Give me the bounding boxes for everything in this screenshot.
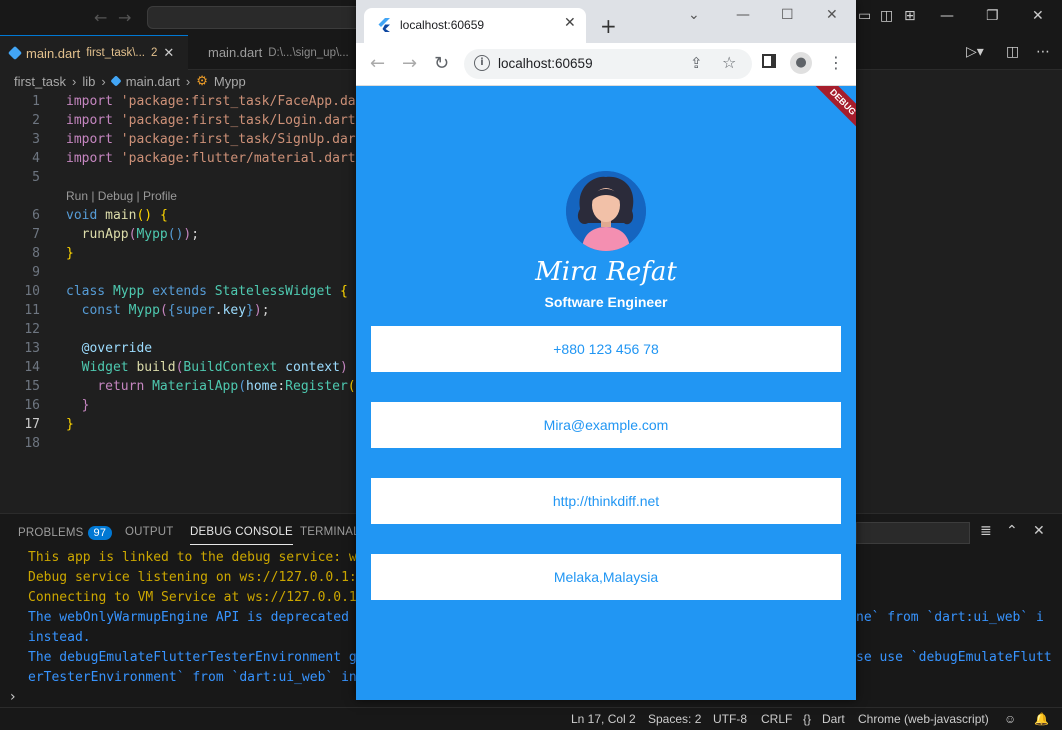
console-line-continued: se use `debugEmulateFlutt (856, 650, 1052, 665)
tab-debug-console[interactable]: DEBUG CONSOLE (190, 526, 293, 545)
location-card[interactable]: Melaka,Malaysia (371, 554, 841, 600)
language-mode[interactable]: Dart (822, 712, 845, 726)
email-card[interactable]: Mira@example.com (371, 402, 841, 448)
dart-file-icon (7, 45, 23, 61)
tab-search-icon[interactable]: ⌄ (688, 7, 700, 23)
back-icon[interactable]: ← (370, 53, 385, 74)
breadcrumb-item[interactable]: main.dart (126, 74, 180, 89)
tab-file-name: main.dart (208, 45, 263, 60)
console-prompt-icon[interactable]: › (10, 689, 16, 705)
clear-console-icon[interactable]: ≣ (980, 523, 992, 539)
close-tab-icon[interactable]: ✕ (163, 45, 174, 61)
menu-dots-icon[interactable]: ⋮ (828, 53, 844, 72)
cursor-position[interactable]: Ln 17, Col 2 (571, 712, 636, 726)
device-selector[interactable]: Chrome (web-javascript) (858, 712, 989, 726)
new-tab-icon[interactable]: + (600, 14, 617, 38)
console-line: This app is linked to the debug service:… (28, 550, 365, 565)
profile-illustration (566, 171, 646, 251)
forward-arrow-icon[interactable]: → (118, 8, 131, 27)
breadcrumb-item[interactable]: Mypp (214, 74, 246, 89)
url-text: localhost:60659 (498, 56, 593, 71)
minimize-icon[interactable]: — (736, 7, 750, 23)
file-encoding[interactable]: UTF-8 (713, 712, 747, 726)
console-line: instead. (28, 630, 91, 645)
tab-problems[interactable]: PROBLEMS 97 (18, 526, 113, 540)
problems-badge: 97 (87, 526, 113, 540)
console-line: Connecting to VM Service at ws://127.0.0… (28, 590, 365, 605)
tab-main-dart-first-task[interactable]: main.dart first_task\... 2 ✕ (0, 35, 188, 70)
dart-file-icon (198, 48, 206, 57)
console-filter-input[interactable] (856, 522, 970, 544)
profile-name: Mira Refat (535, 257, 677, 287)
bookmark-star-icon[interactable]: ☆ (722, 53, 736, 72)
close-tab-icon[interactable]: ✕ (564, 15, 576, 31)
close-panel-icon[interactable]: ✕ (1033, 523, 1045, 539)
layout-icon[interactable]: ⊞ (904, 8, 916, 24)
console-line-continued: ne` from `dart:ui_web` i (856, 610, 1044, 625)
share-icon[interactable]: ⇪ (690, 54, 703, 72)
tab-title: localhost:60659 (400, 18, 485, 32)
more-actions-icon[interactable]: ⋯ (1036, 44, 1050, 60)
toggle-sidebar-icon[interactable]: ▭ (858, 8, 871, 24)
indentation[interactable]: Spaces: 2 (648, 712, 701, 726)
address-bar[interactable]: i localhost:60659 ⇪ ☆ (464, 49, 752, 79)
browser-toolbar: ← → ↻ i localhost:60659 ⇪ ☆ ● ⋮ (356, 43, 856, 86)
location-text: Melaka,Malaysia (553, 569, 659, 585)
debug-banner: DEBUG (798, 86, 856, 147)
website-text: http://thinkdiff.net (552, 493, 660, 509)
tab-problem-count: 2 (151, 47, 158, 59)
forward-icon[interactable]: → (402, 53, 417, 74)
breadcrumb: first_task › lib › main.dart › ⚙ Mypp (14, 73, 246, 89)
tab-terminal[interactable]: TERMINAL (300, 526, 360, 538)
console-line: The debugEmulateFlutterTesterEnvironment… (28, 650, 365, 665)
notifications-icon[interactable]: 🔔 (1034, 712, 1049, 726)
class-icon: ⚙ (196, 73, 208, 88)
browser-tab[interactable]: localhost:60659 ✕ (364, 8, 586, 43)
avatar (566, 171, 646, 251)
profile-job-title: Software Engineer (544, 294, 668, 310)
flutter-app-viewport: DEBUG Mira Refat Software Engineer +880 … (356, 86, 856, 700)
breadcrumb-item[interactable]: first_task (14, 74, 66, 89)
console-line: The webOnlyWarmupEngine API is deprecate… (28, 610, 365, 625)
profile-avatar-icon[interactable]: ● (790, 52, 812, 74)
braces-icon: {} (803, 712, 812, 726)
codelens-run-debug[interactable]: Run | Debug | Profile (66, 189, 177, 203)
chrome-window: localhost:60659 ✕ + ⌄ — ☐ ✕ ← → ↻ i loca… (356, 0, 856, 700)
phone-text: +880 123 456 78 (553, 341, 659, 357)
command-center-search[interactable] (147, 6, 367, 29)
site-info-icon[interactable]: i (474, 55, 490, 71)
feedback-icon[interactable]: ☺ (1004, 712, 1016, 726)
email-text: Mira@example.com (543, 417, 669, 433)
side-panel-icon[interactable] (762, 54, 776, 68)
tab-path: first_task\... (86, 47, 145, 59)
maximize-panel-icon[interactable]: ⌃ (1006, 523, 1018, 539)
website-card[interactable]: http://thinkdiff.net (371, 478, 841, 524)
run-debug-icon[interactable]: ▷▾ (966, 44, 984, 60)
toggle-panel-icon[interactable]: ◫ (880, 8, 893, 24)
tab-file-name: main.dart (26, 45, 81, 61)
close-window-icon[interactable]: ✕ (826, 7, 838, 23)
dart-file-icon (110, 75, 122, 87)
restore-icon[interactable]: ❐ (986, 8, 999, 24)
console-line: erTesterEnvironment` from `dart:ui_web` … (28, 670, 365, 685)
breadcrumb-item[interactable]: lib (82, 74, 95, 89)
tab-path: D:\...\sign_up\... (268, 46, 349, 59)
status-bar: Ln 17, Col 2 Spaces: 2 UTF-8 CRLF {} Dar… (0, 707, 1062, 730)
console-line: Debug service listening on ws://127.0.0.… (28, 570, 365, 585)
close-window-icon[interactable]: ✕ (1032, 8, 1044, 24)
tab-output[interactable]: OUTPUT (125, 526, 173, 538)
tab-main-dart-sign-up[interactable]: main.dart D:\...\sign_up\... (192, 35, 356, 70)
reload-icon[interactable]: ↻ (434, 53, 449, 74)
back-arrow-icon[interactable]: ← (94, 8, 107, 27)
flutter-logo-icon (378, 18, 390, 32)
minimize-icon[interactable]: — (940, 8, 954, 24)
phone-card[interactable]: +880 123 456 78 (371, 326, 841, 372)
browser-tab-strip: localhost:60659 ✕ + ⌄ — ☐ ✕ (356, 0, 856, 43)
line-ending[interactable]: CRLF (761, 712, 792, 726)
maximize-icon[interactable]: ☐ (781, 7, 794, 23)
split-editor-icon[interactable]: ◫ (1006, 44, 1019, 60)
